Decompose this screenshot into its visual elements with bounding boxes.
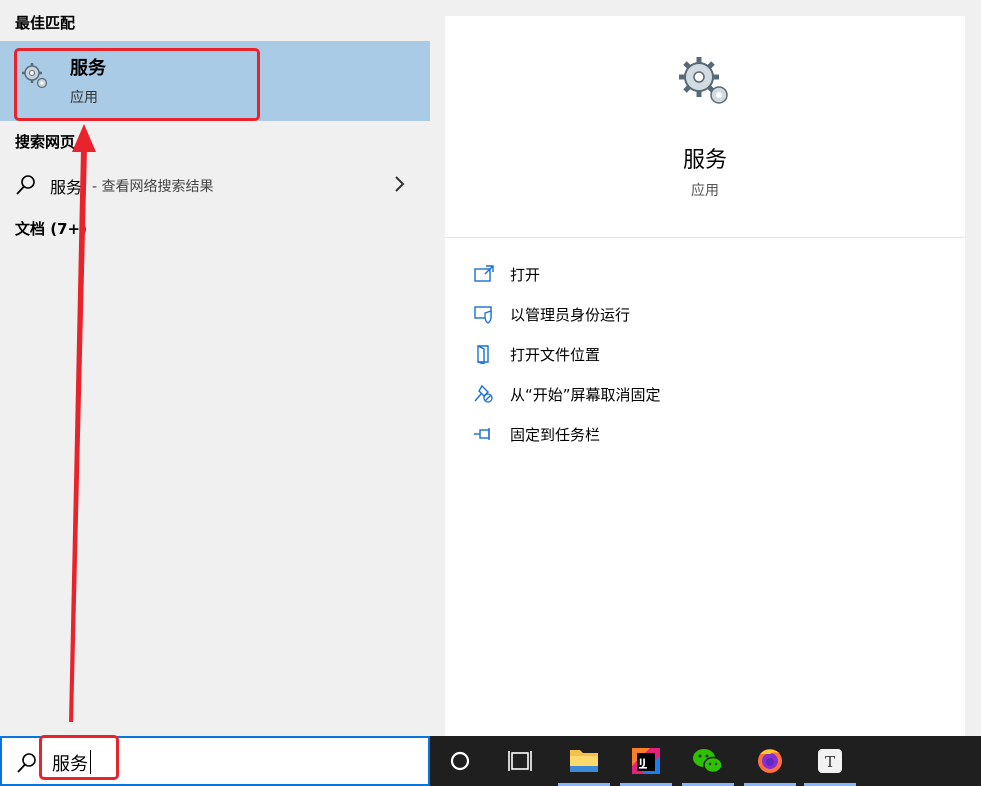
web-result-term: 服务: [50, 178, 83, 197]
firefox-button[interactable]: [740, 736, 800, 786]
detail-app-name: 服务: [682, 148, 727, 173]
pin-taskbar-icon: [474, 428, 490, 440]
action-label: 从“开始”屏幕取消固定: [510, 386, 661, 404]
detail-divider: [445, 237, 965, 238]
cortana-icon: [450, 751, 470, 771]
web-result-hint: - 查看网络搜索结果: [92, 179, 214, 195]
file-explorer-button[interactable]: [554, 736, 614, 786]
action-label: 固定到任务栏: [510, 426, 601, 444]
chevron-right-icon[interactable]: [394, 175, 406, 193]
action-label: 以管理员身份运行: [510, 306, 631, 324]
annotation-search-box: [39, 735, 119, 780]
run-as-admin-icon: [474, 306, 492, 324]
task-view-button[interactable]: [490, 736, 550, 786]
web-section-title: 搜索网页: [15, 133, 76, 151]
search-icon: [16, 175, 35, 195]
services-gear-icon: [679, 57, 728, 104]
task-view-icon: [508, 751, 532, 771]
action-unpin-from-start[interactable]: 从“开始”屏幕取消固定: [473, 380, 773, 408]
unpin-icon: [474, 384, 493, 403]
file-explorer-icon: [570, 750, 598, 772]
action-open[interactable]: 打开: [473, 260, 773, 288]
action-open-file-location[interactable]: 打开文件位置: [473, 340, 773, 368]
file-location-icon: [477, 345, 489, 364]
cortana-button[interactable]: [430, 736, 490, 786]
detail-app-type: 应用: [691, 183, 719, 199]
open-icon: [474, 265, 494, 282]
wechat-button[interactable]: [678, 736, 738, 786]
firefox-icon: [758, 749, 782, 773]
intellij-button[interactable]: IJ: [616, 736, 676, 786]
action-pin-to-taskbar[interactable]: 固定到任务栏: [473, 420, 773, 448]
search-icon: [17, 753, 36, 773]
svg-text:T: T: [825, 753, 835, 771]
documents-section-title[interactable]: 文档 (7+): [15, 218, 87, 239]
typora-button[interactable]: T: [800, 736, 860, 786]
taskbar: IJ T: [430, 736, 981, 786]
action-label: 打开文件位置: [510, 346, 601, 364]
intellij-icon: IJ: [632, 748, 660, 774]
action-label: 打开: [510, 266, 541, 284]
best-match-title: 最佳匹配: [15, 14, 76, 32]
detail-panel: [445, 16, 965, 736]
action-run-as-admin[interactable]: 以管理员身份运行: [473, 300, 773, 328]
svg-text:IJ: IJ: [639, 758, 646, 768]
typora-icon: T: [818, 749, 842, 773]
annotation-highlight-box: [14, 48, 260, 121]
wechat-icon: [693, 749, 723, 774]
